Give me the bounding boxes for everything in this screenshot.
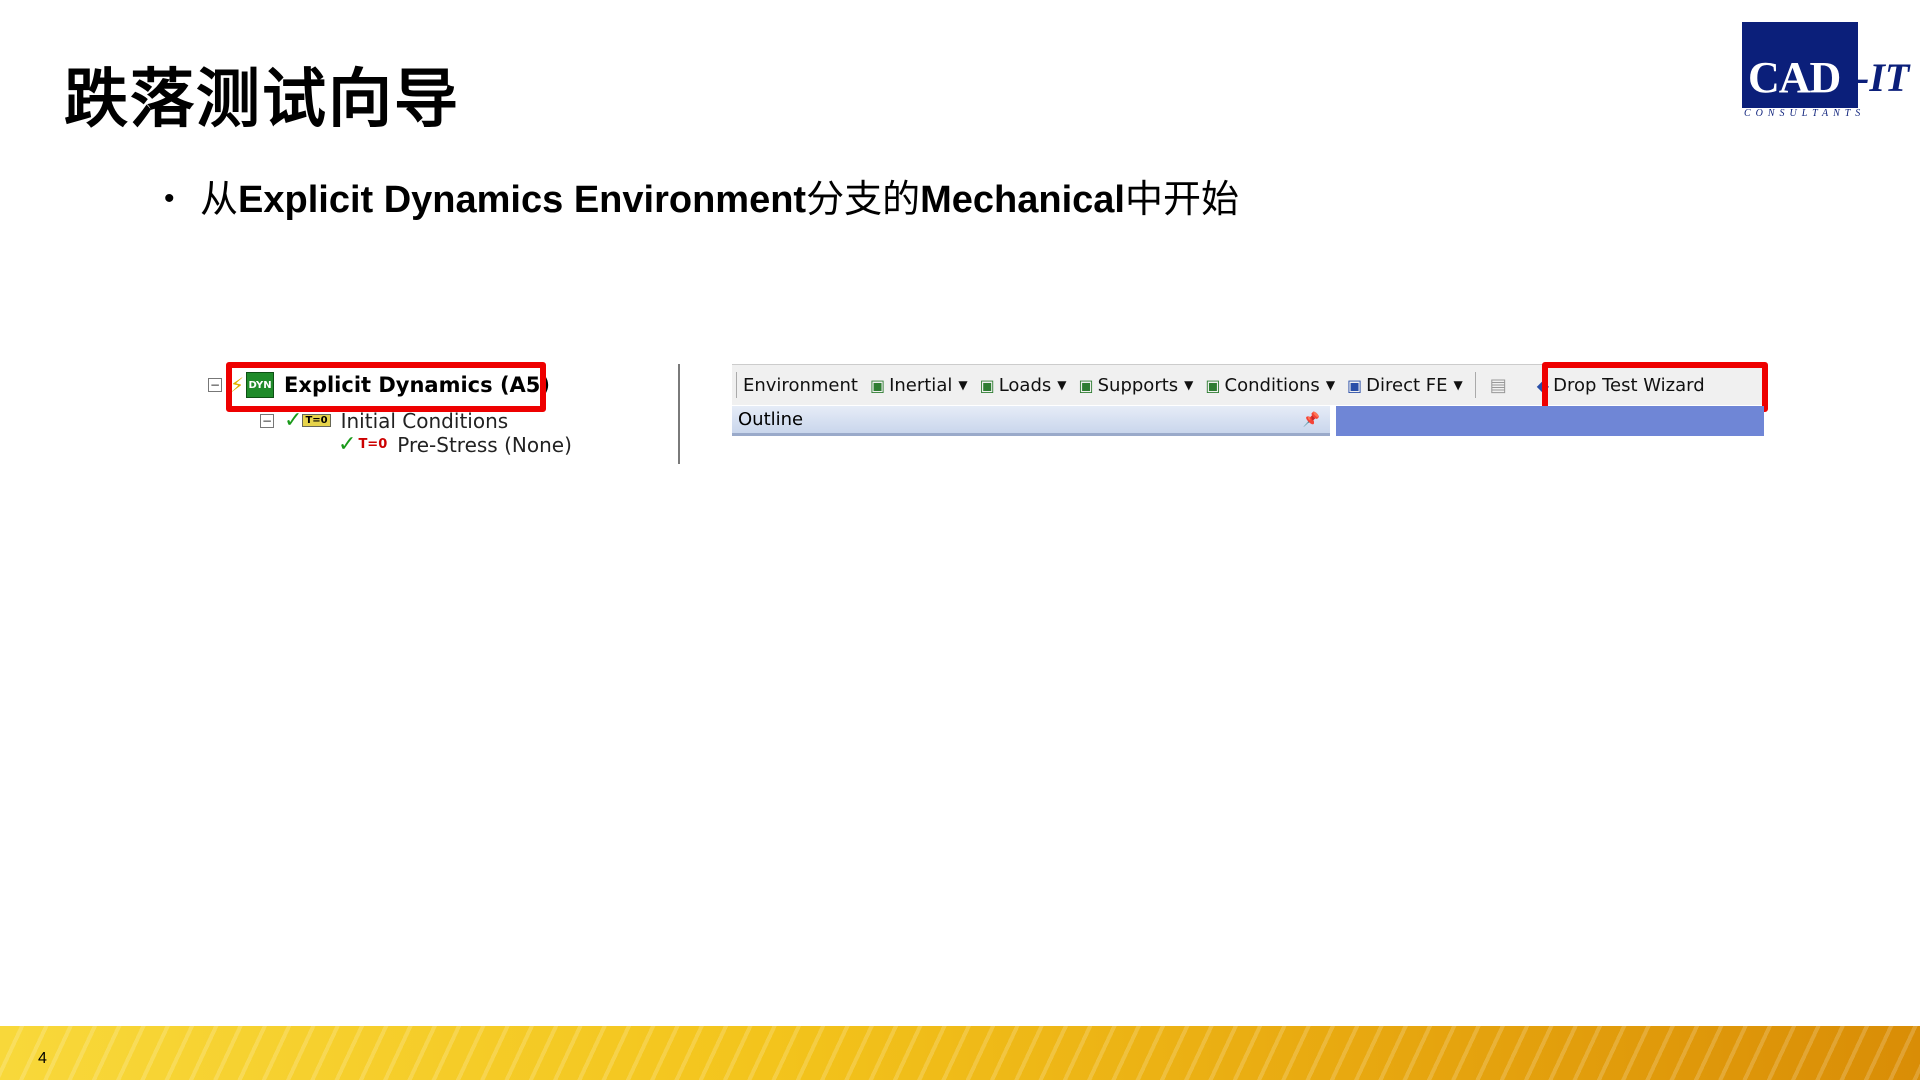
dropdown-caret-icon: ▼ xyxy=(1453,378,1463,392)
toolbar-inertial-label: Inertial xyxy=(889,374,953,396)
toolbar-inertial-button[interactable]: ▣ Inertial ▼ xyxy=(870,375,968,396)
bullet-term-environment: Explicit Dynamics Environment xyxy=(238,179,807,221)
direct-fe-icon: ▣ xyxy=(1347,375,1363,395)
footer-band xyxy=(0,1026,1920,1080)
collapse-icon[interactable]: − xyxy=(208,378,222,392)
tree-child-label[interactable]: Pre-Stress (None) xyxy=(397,433,572,457)
initial-conditions-icon: T=0 xyxy=(302,414,331,427)
toolbar-conditions-label: Conditions xyxy=(1224,374,1320,396)
tree-child-label[interactable]: Initial Conditions xyxy=(341,409,509,433)
page-number: 4 xyxy=(38,1050,47,1067)
supports-icon: ▣ xyxy=(1078,375,1094,395)
toolbar-conditions-button[interactable]: ▣ Conditions ▼ xyxy=(1205,375,1335,396)
dropdown-caret-icon: ▼ xyxy=(1184,378,1194,392)
logo-accent-text: -IT xyxy=(1856,55,1910,100)
tree-row-pre-stress[interactable]: ✓ T=0 Pre-Stress (None) xyxy=(338,432,572,457)
bullet-prefix: 从 xyxy=(200,179,239,221)
panel-divider xyxy=(678,364,680,464)
bullet-term-mechanical: Mechanical xyxy=(920,179,1125,221)
logo-subtitle: CONSULTANTS xyxy=(1744,108,1866,119)
dropdown-caret-icon: ▼ xyxy=(1325,378,1336,392)
toolbar-supports-button[interactable]: ▣ Supports ▼ xyxy=(1079,375,1194,396)
company-logo: CAD -IT CONSULTANTS xyxy=(1742,22,1910,122)
bullet-dot-icon: • xyxy=(164,182,175,215)
toolbar-direct-fe-label: Direct FE xyxy=(1366,374,1448,396)
disabled-tool-icon[interactable]: ▤ xyxy=(1490,375,1507,396)
bullet-suffix: 中开始 xyxy=(1124,179,1239,221)
dropdown-caret-icon: ▼ xyxy=(958,378,968,392)
toolbar-direct-fe-button[interactable]: ▣ Direct FE ▼ xyxy=(1347,375,1463,396)
logo-main-text: CAD xyxy=(1748,53,1841,102)
highlight-box-wizard xyxy=(1542,362,1768,412)
toolbar-loads-label: Loads xyxy=(998,374,1052,396)
pin-icon[interactable]: 📌 xyxy=(1303,412,1320,428)
checkmark-icon: ✓ xyxy=(338,432,357,457)
conditions-icon: ▣ xyxy=(1205,375,1221,395)
pre-stress-icon: T=0 xyxy=(358,437,388,452)
toolbar-supports-label: Supports xyxy=(1097,374,1179,396)
toolbar-loads-button[interactable]: ▣ Loads ▼ xyxy=(980,375,1067,396)
details-panel-header xyxy=(1336,406,1764,436)
toolbar-environment[interactable]: Environment xyxy=(743,375,858,396)
loads-icon: ▣ xyxy=(979,375,995,395)
outline-tree: − ⚡ DYN Explicit Dynamics (A5) − ✓ T=0 I… xyxy=(204,360,684,464)
collapse-icon[interactable]: − xyxy=(260,413,274,428)
outline-label: Outline xyxy=(738,409,804,430)
toolbar-divider xyxy=(736,372,737,398)
inertial-icon: ▣ xyxy=(869,375,886,395)
dropdown-caret-icon: ▼ xyxy=(1057,378,1067,392)
slide-title: 跌落测试向导 xyxy=(64,62,460,137)
bullet-mid: 分支的 xyxy=(806,179,921,221)
outline-panel-header: Outline 📌 xyxy=(732,406,1330,436)
highlight-box-environment xyxy=(226,362,546,412)
bullet-point: • 从Explicit Dynamics Environment分支的Mechan… xyxy=(164,168,1239,223)
toolbar-divider xyxy=(1474,372,1476,398)
